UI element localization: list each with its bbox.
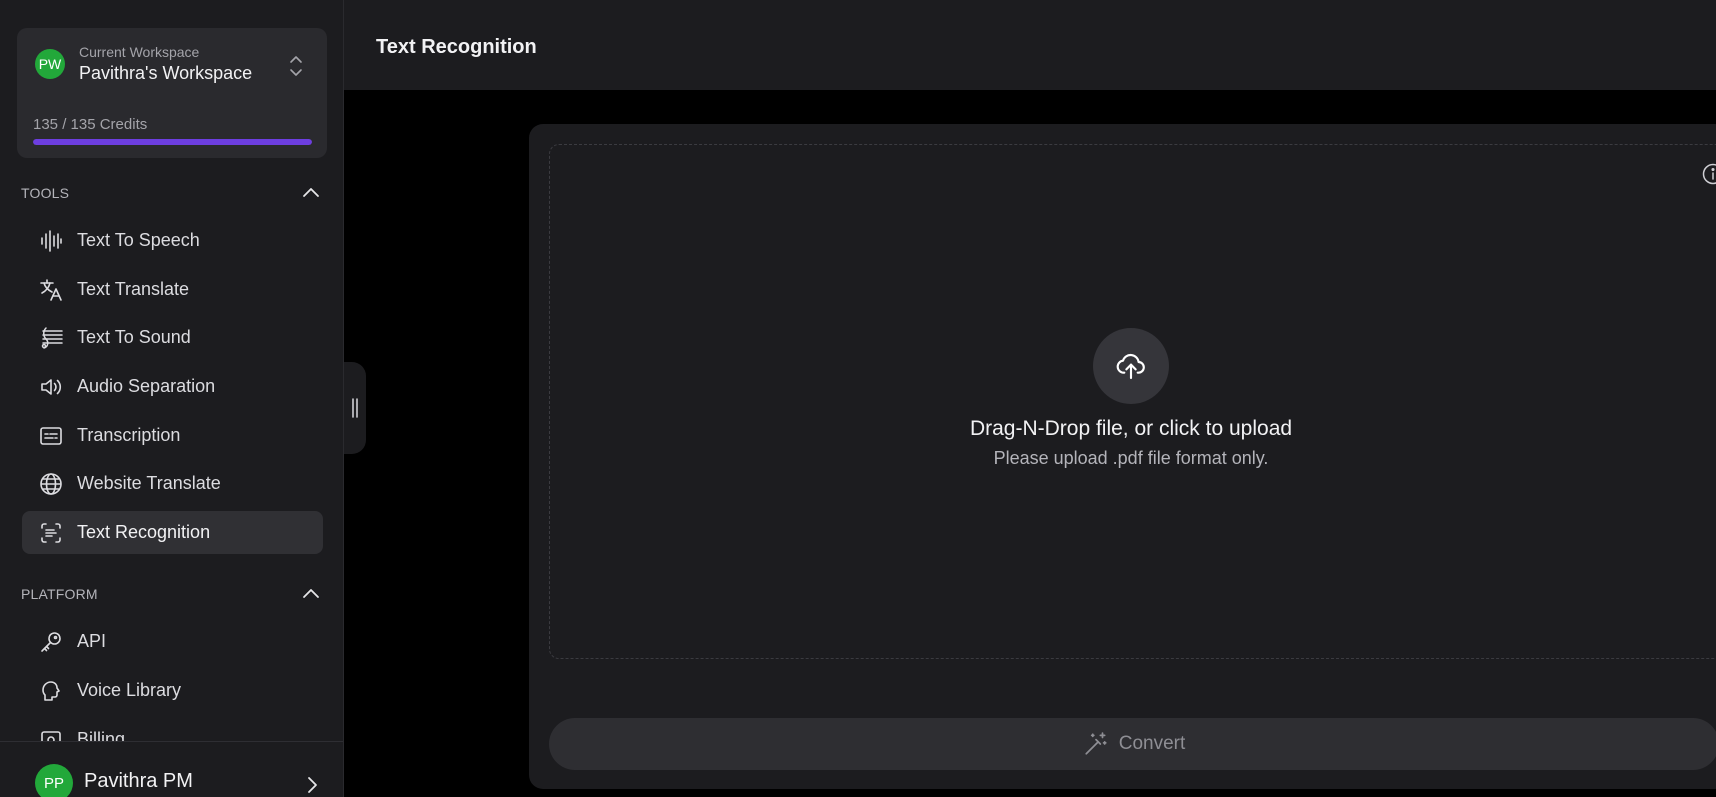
- sidebar-item-api[interactable]: API: [22, 620, 323, 663]
- globe-icon: [38, 471, 64, 497]
- workspace-avatar: PW: [35, 49, 65, 79]
- sidebar-item-label: Text To Speech: [77, 230, 200, 250]
- key-icon: [38, 629, 64, 655]
- sidebar-item-label: Transcription: [77, 425, 181, 445]
- credits-text: 135 / 135 Credits: [33, 116, 148, 133]
- sidebar-item-label: Audio Separation: [77, 376, 216, 396]
- dropzone-title: Drag-N-Drop file, or click to upload: [969, 417, 1293, 440]
- workspace-name: Pavithra's Workspace: [79, 63, 253, 83]
- workspace-switcher[interactable]: PW Current Workspace Pavithra's Workspac…: [17, 28, 327, 158]
- waveform-icon: [38, 228, 64, 254]
- top-header: Text Recognition: [344, 0, 1716, 90]
- chevron-up-icon[interactable]: [301, 183, 321, 203]
- head-voice-icon: [38, 678, 64, 704]
- sidebar-item-label: Text Recognition: [77, 522, 211, 542]
- tools-section-header[interactable]: TOOLS: [21, 182, 321, 204]
- upload-button[interactable]: [1093, 328, 1169, 404]
- chevron-right-icon[interactable]: [302, 775, 322, 795]
- info-icon[interactable]: [1702, 163, 1716, 185]
- sidebar-item-label: Voice Library: [77, 680, 182, 700]
- convert-button[interactable]: Convert: [549, 718, 1716, 770]
- credits-progress-bar: [33, 139, 312, 145]
- sidebar-item-label: Text To Sound: [77, 327, 191, 347]
- drag-handle-icon: [352, 398, 358, 418]
- file-dropzone[interactable]: Drag-N-Drop file, or click to upload Ple…: [549, 144, 1716, 659]
- dropzone-subtitle: Please upload .pdf file format only.: [993, 448, 1269, 468]
- tools-section-label: TOOLS: [21, 185, 70, 201]
- workspace-caption: Current Workspace: [79, 44, 200, 60]
- page-title: Text Recognition: [376, 36, 537, 58]
- platform-section-header[interactable]: PLATFORM: [21, 583, 321, 605]
- user-avatar: PP: [35, 764, 73, 797]
- sidebar-item-transcription[interactable]: Transcription: [22, 414, 323, 457]
- sidebar-item-text-translate[interactable]: Text Translate: [22, 268, 323, 311]
- sidebar-item-audio-separation[interactable]: Audio Separation: [22, 365, 323, 408]
- user-name: Pavithra PM: [84, 770, 193, 792]
- sidebar-item-text-to-speech[interactable]: Text To Speech: [22, 219, 323, 262]
- user-menu[interactable]: PP Pavithra PM: [0, 741, 343, 797]
- convert-button-label: Convert: [1118, 733, 1186, 754]
- main-panel: Drag-N-Drop file, or click to upload Ple…: [529, 124, 1716, 789]
- chevron-up-down-icon[interactable]: [288, 54, 304, 78]
- magic-wand-icon: [1085, 732, 1107, 755]
- sidebar-item-website-translate[interactable]: Website Translate: [22, 462, 323, 505]
- credits-progress-fill: [33, 139, 312, 145]
- chevron-up-icon[interactable]: [301, 584, 321, 604]
- sidebar-item-text-recognition[interactable]: Text Recognition: [22, 511, 323, 554]
- platform-section-label: PLATFORM: [21, 586, 98, 602]
- sidebar-item-label: Website Translate: [77, 473, 221, 493]
- sidebar-collapse-handle[interactable]: [344, 362, 366, 454]
- translate-icon: [38, 277, 64, 303]
- sidebar-item-label: API: [77, 631, 107, 651]
- scan-text-icon: [38, 520, 64, 546]
- music-staff-icon: [38, 325, 64, 351]
- sidebar-item-label: Text Translate: [77, 279, 190, 299]
- cloud-upload-icon: [1116, 353, 1145, 380]
- app-root: PW Current Workspace Pavithra's Workspac…: [0, 0, 1716, 797]
- subtitles-icon: [38, 423, 64, 449]
- sidebar-item-text-to-sound[interactable]: Text To Sound: [22, 316, 323, 359]
- speaker-icon: [38, 374, 64, 400]
- sidebar: PW Current Workspace Pavithra's Workspac…: [0, 0, 344, 797]
- sidebar-item-voice-library[interactable]: Voice Library: [22, 669, 323, 712]
